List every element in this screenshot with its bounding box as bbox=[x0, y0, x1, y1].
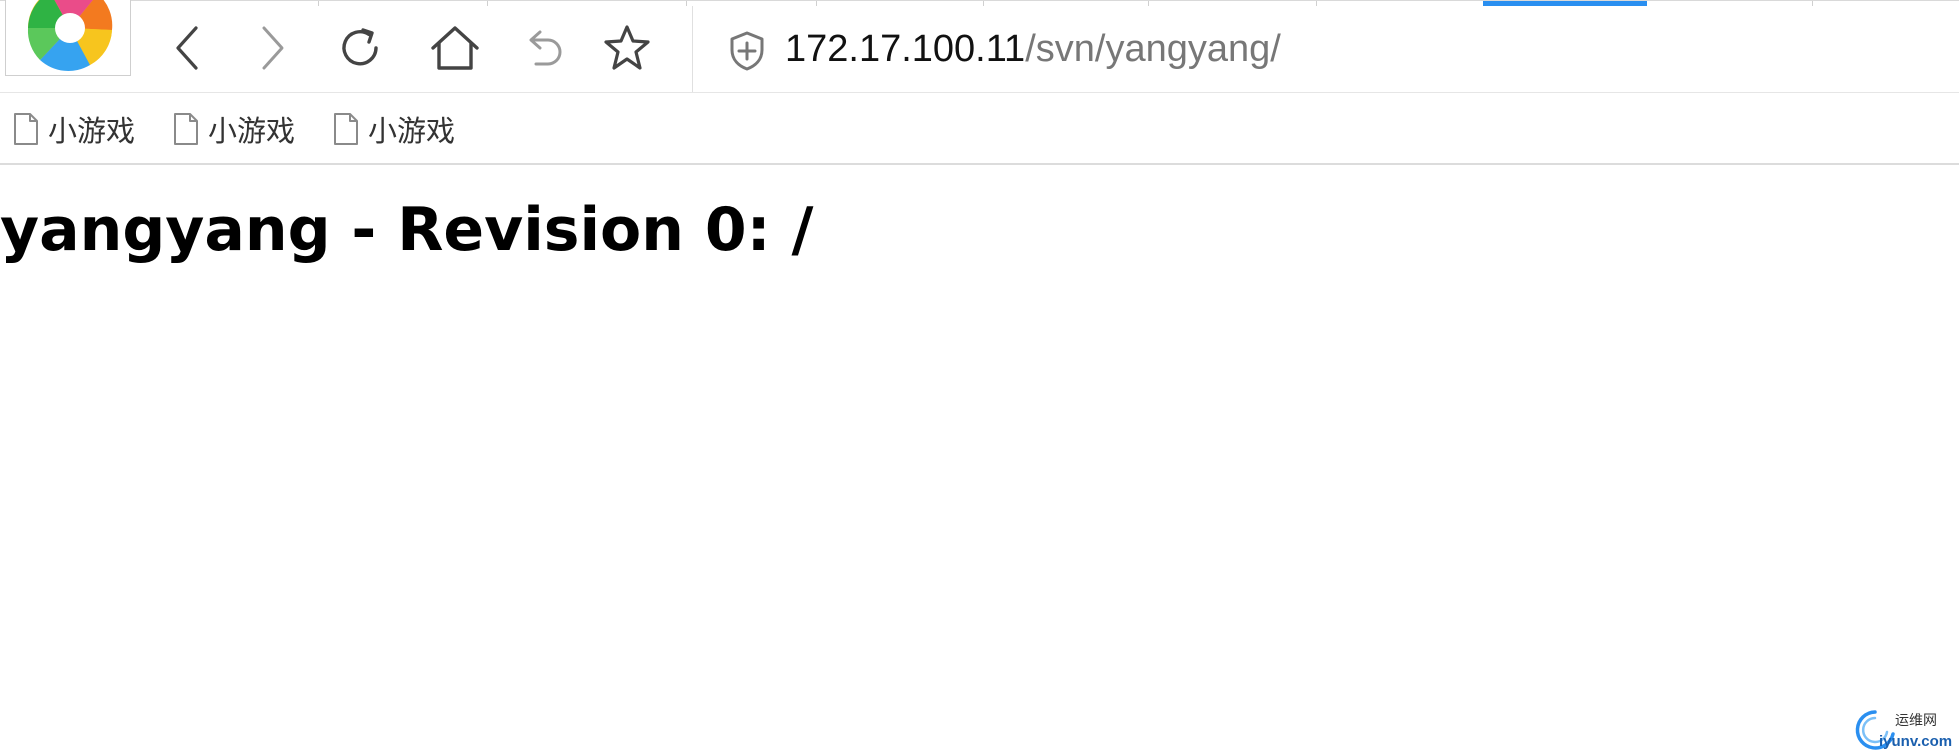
reload-button[interactable] bbox=[332, 20, 388, 76]
bookmarks-bar: 小游戏 小游戏 小游戏 bbox=[0, 93, 1959, 165]
back-icon bbox=[176, 26, 198, 70]
page-icon bbox=[174, 113, 198, 145]
url-path: /svn/yangyang/ bbox=[1025, 28, 1281, 70]
watermark-line2: iyunv.com bbox=[1879, 733, 1952, 750]
watermark-logo: 运维网 iyunv.com bbox=[1853, 706, 1959, 752]
bookmark-label: 小游戏 bbox=[48, 114, 136, 148]
address-bar[interactable]: 172.17.100.11/svn/yangyang/ bbox=[693, 6, 1959, 92]
url-host: 172.17.100.11 bbox=[785, 28, 1026, 70]
undo-close-tab-button[interactable] bbox=[516, 20, 572, 76]
forward-icon bbox=[262, 26, 284, 70]
home-icon bbox=[431, 26, 479, 70]
home-button[interactable] bbox=[427, 20, 483, 76]
browser-toolbar: 172.17.100.11/svn/yangyang/ bbox=[0, 0, 1959, 93]
favorite-button[interactable] bbox=[599, 20, 655, 76]
forward-button[interactable] bbox=[244, 20, 300, 76]
browser-logo-icon[interactable] bbox=[5, 0, 131, 76]
watermark-line1: 运维网 bbox=[1895, 713, 1937, 729]
tab-separator bbox=[686, 1, 687, 6]
url-text[interactable]: 172.17.100.11/svn/yangyang/ bbox=[785, 24, 1281, 74]
back-button[interactable] bbox=[160, 20, 216, 76]
page-icon bbox=[334, 113, 358, 145]
page-title: yangyang - Revision 0: / bbox=[0, 195, 814, 265]
bookmark-label: 小游戏 bbox=[208, 114, 296, 148]
shield-plus-icon[interactable] bbox=[727, 30, 767, 72]
tab-strip bbox=[0, 0, 1959, 6]
tab-separator bbox=[318, 1, 319, 6]
watermark-icon: 运维网 iyunv.com bbox=[1855, 710, 1952, 750]
reload-icon bbox=[342, 28, 378, 66]
bookmark-item[interactable]: 小游戏 bbox=[172, 109, 295, 149]
undo-close-tab-icon bbox=[529, 30, 562, 66]
bookmark-item[interactable]: 小游戏 bbox=[332, 109, 455, 149]
bookmark-item[interactable]: 小游戏 bbox=[12, 109, 135, 149]
tab-separator bbox=[487, 1, 488, 6]
page-icon bbox=[14, 113, 38, 145]
bookmark-label: 小游戏 bbox=[368, 114, 456, 148]
favorite-star-icon bbox=[604, 25, 650, 70]
